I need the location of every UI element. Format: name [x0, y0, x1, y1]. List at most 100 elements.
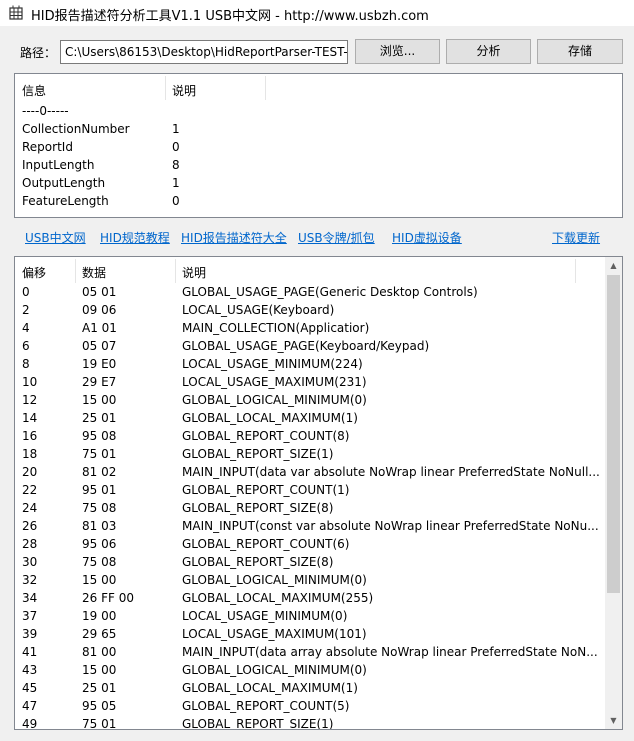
row-data: 75 08	[82, 501, 117, 515]
table-row[interactable]: 39 29 65 LOCAL_USAGE_MAXIMUM(101)	[15, 625, 607, 643]
row-data: 25 01	[82, 411, 117, 425]
row-offset: 34	[22, 591, 38, 605]
scroll-up-icon[interactable]: ▲	[605, 257, 622, 274]
list-header-data[interactable]: 数据	[82, 264, 106, 281]
analyze-button[interactable]: 分析	[446, 39, 531, 64]
list-rows: 0 05 01 GLOBAL_USAGE_PAGE(Generic Desktop …	[15, 283, 607, 729]
link-hid-spec-tutorial[interactable]: HID规范教程	[100, 229, 170, 246]
table-row[interactable]: 47 95 05 GLOBAL_REPORT_COUNT(5)	[15, 697, 607, 715]
link-hid-virtual-device[interactable]: HID虚拟设备	[392, 229, 462, 246]
column-divider[interactable]	[75, 259, 76, 283]
info-header-name[interactable]: 信息	[22, 82, 46, 99]
row-data: 05 07	[82, 339, 117, 353]
path-input[interactable]: C:\Users\86153\Desktop\HidReportParser-T…	[60, 40, 348, 64]
table-row[interactable]: 49 75 01 GLOBAL_REPORT_SIZE(1)	[15, 715, 607, 729]
table-row[interactable]: 6 05 07 GLOBAL_USAGE_PAGE(Keyboard/Keypad)	[15, 337, 607, 355]
link-hid-descriptor-collection[interactable]: HID报告描述符大全	[181, 229, 287, 246]
table-row[interactable]: 41 81 00 MAIN_INPUT(data array absolute No…	[15, 643, 607, 661]
link-usbzh[interactable]: USB中文网	[25, 229, 86, 246]
row-description: GLOBAL_REPORT_COUNT(8)	[182, 429, 350, 443]
path-label: 路径：	[20, 46, 57, 60]
table-row[interactable]: 10 29 E7 LOCAL_USAGE_MAXIMUM(231)	[15, 373, 607, 391]
grid-app-icon	[9, 5, 23, 20]
info-row[interactable]: CollectionNumber 1	[15, 120, 622, 138]
descriptor-list[interactable]: 偏移 数据 说明 0 05 01 GLOBAL_USAGE_PAGE(Generic…	[14, 256, 623, 730]
row-data: 29 65	[82, 627, 117, 641]
row-data: 95 05	[82, 699, 117, 713]
title-bar: HID报告描述符分析工具V1.1 USB中文网 - http://www.usb…	[0, 0, 634, 26]
info-value: 0	[172, 140, 180, 154]
table-row[interactable]: 12 15 00 GLOBAL_LOGICAL_MINIMUM(0)	[15, 391, 607, 409]
table-row[interactable]: 30 75 08 GLOBAL_REPORT_SIZE(8)	[15, 553, 607, 571]
row-data: 29 E7	[82, 375, 117, 389]
table-row[interactable]: 26 81 03 MAIN_INPUT(const var absolute NoW…	[15, 517, 607, 535]
table-row[interactable]: 18 75 01 GLOBAL_REPORT_SIZE(1)	[15, 445, 607, 463]
row-description: GLOBAL_REPORT_COUNT(5)	[182, 699, 350, 713]
row-offset: 30	[22, 555, 38, 569]
table-row[interactable]: 20 81 02 MAIN_INPUT(data var absolute NoWr…	[15, 463, 607, 481]
table-row[interactable]: 32 15 00 GLOBAL_LOGICAL_MINIMUM(0)	[15, 571, 607, 589]
row-data: 15 00	[82, 573, 117, 587]
row-description: GLOBAL_LOGICAL_MINIMUM(0)	[182, 573, 367, 587]
table-row[interactable]: 24 75 08 GLOBAL_REPORT_SIZE(8)	[15, 499, 607, 517]
info-row[interactable]: OutputLength 1	[15, 174, 622, 192]
row-data: 09 06	[82, 303, 117, 317]
row-data: 15 00	[82, 393, 117, 407]
table-row[interactable]: 8 19 E0 LOCAL_USAGE_MINIMUM(224)	[15, 355, 607, 373]
info-row[interactable]: FeatureLength 0	[15, 192, 622, 210]
row-description: GLOBAL_REPORT_COUNT(1)	[182, 483, 350, 497]
row-offset: 41	[22, 645, 38, 659]
scroll-thumb[interactable]	[607, 275, 620, 593]
scroll-down-icon[interactable]: ▼	[605, 712, 622, 729]
table-row[interactable]: 34 26 FF 00 GLOBAL_LOCAL_MAXIMUM(255)	[15, 589, 607, 607]
table-row[interactable]: 37 19 00 LOCAL_USAGE_MINIMUM(0)	[15, 607, 607, 625]
row-data: 95 08	[82, 429, 117, 443]
row-offset: 14	[22, 411, 38, 425]
vertical-scrollbar[interactable]: ▲ ▼	[605, 257, 622, 729]
table-row[interactable]: 22 95 01 GLOBAL_REPORT_COUNT(1)	[15, 481, 607, 499]
row-data: 81 00	[82, 645, 117, 659]
column-divider[interactable]	[575, 259, 576, 283]
table-row[interactable]: 14 25 01 GLOBAL_LOCAL_MAXIMUM(1)	[15, 409, 607, 427]
column-divider[interactable]	[165, 76, 166, 100]
column-divider[interactable]	[265, 76, 266, 100]
link-usb-token-capture[interactable]: USB令牌/抓包	[298, 229, 375, 246]
table-row[interactable]: 4 A1 01 MAIN_COLLECTION(Applicatior)	[15, 319, 607, 337]
info-row[interactable]: ReportId 0	[15, 138, 622, 156]
row-description: GLOBAL_LOCAL_MAXIMUM(1)	[182, 681, 358, 695]
row-data: 95 01	[82, 483, 117, 497]
row-data: 19 E0	[82, 357, 117, 371]
row-description: LOCAL_USAGE(Keyboard)	[182, 303, 335, 317]
row-data: 81 02	[82, 465, 117, 479]
row-description: LOCAL_USAGE_MINIMUM(224)	[182, 357, 363, 371]
info-row[interactable]: InputLength 8	[15, 156, 622, 174]
browse-button[interactable]: 浏览...	[355, 39, 440, 64]
info-value: 8	[172, 158, 180, 172]
row-description: GLOBAL_REPORT_COUNT(6)	[182, 537, 350, 551]
info-list[interactable]: 信息 说明 ----0----- CollectionNumber 1 Repo…	[14, 73, 623, 218]
list-header: 偏移 数据 说明	[15, 257, 607, 285]
row-description: GLOBAL_LOGICAL_MINIMUM(0)	[182, 393, 367, 407]
table-row[interactable]: 2 09 06 LOCAL_USAGE(Keyboard)	[15, 301, 607, 319]
save-button[interactable]: 存储	[537, 39, 623, 64]
list-header-desc[interactable]: 说明	[182, 264, 206, 281]
info-row[interactable]: ----0-----	[15, 102, 622, 120]
table-row[interactable]: 0 05 01 GLOBAL_USAGE_PAGE(Generic Desktop …	[15, 283, 607, 301]
table-row[interactable]: 45 25 01 GLOBAL_LOCAL_MAXIMUM(1)	[15, 679, 607, 697]
row-data: 81 03	[82, 519, 117, 533]
list-header-offset[interactable]: 偏移	[22, 264, 46, 281]
link-download-update[interactable]: 下载更新	[552, 229, 600, 246]
row-offset: 47	[22, 699, 38, 713]
row-offset: 20	[22, 465, 38, 479]
info-value: 1	[172, 122, 180, 136]
row-description: MAIN_COLLECTION(Applicatior)	[182, 321, 370, 335]
table-row[interactable]: 28 95 06 GLOBAL_REPORT_COUNT(6)	[15, 535, 607, 553]
table-row[interactable]: 43 15 00 GLOBAL_LOGICAL_MINIMUM(0)	[15, 661, 607, 679]
column-divider[interactable]	[175, 259, 176, 283]
info-header-desc[interactable]: 说明	[172, 82, 196, 99]
row-description: MAIN_INPUT(const var absolute NoWrap lin…	[182, 519, 599, 533]
table-row[interactable]: 16 95 08 GLOBAL_REPORT_COUNT(8)	[15, 427, 607, 445]
row-offset: 0	[22, 285, 30, 299]
row-offset: 43	[22, 663, 38, 677]
info-name: OutputLength	[22, 176, 106, 190]
